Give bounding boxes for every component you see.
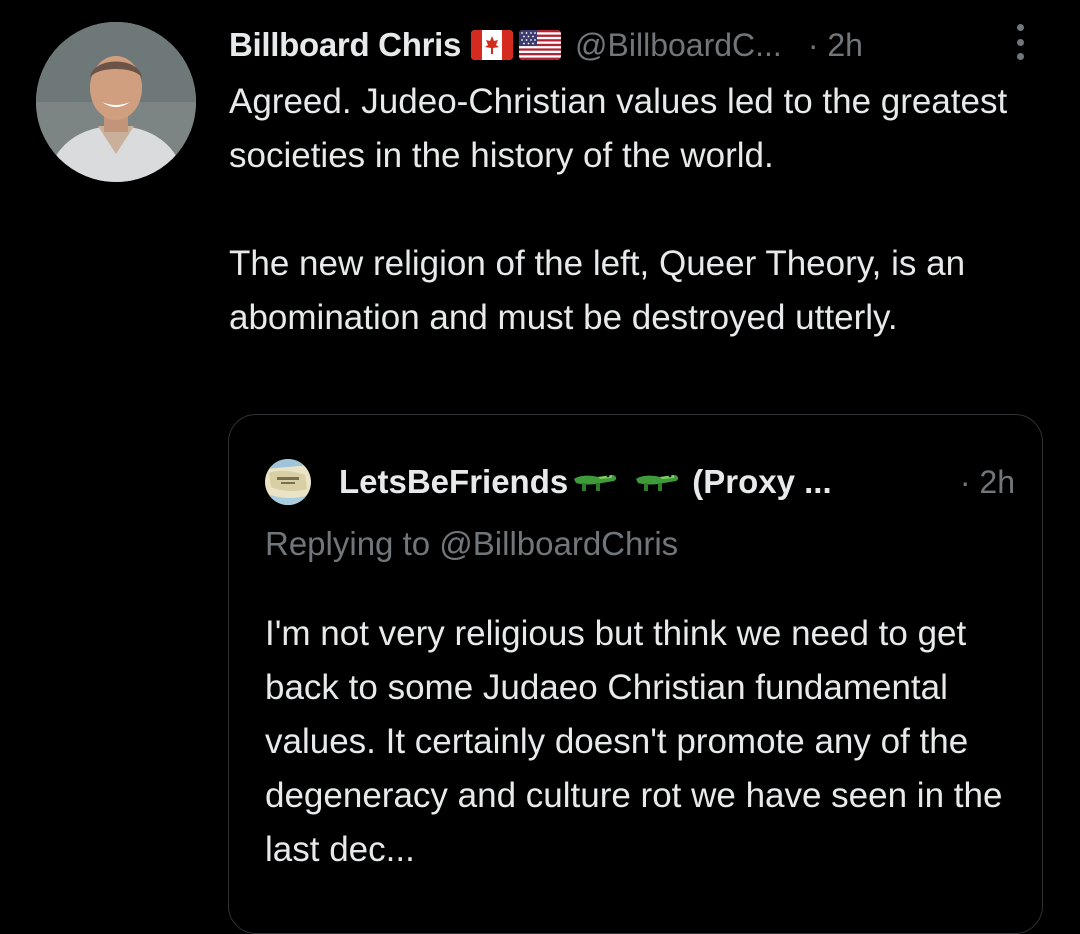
quoted-tweet[interactable]: LetsBeFriends (Proxy ... · 2h Replying t… (228, 414, 1043, 934)
map-avatar-icon (265, 459, 311, 505)
ellipsis-dot (1016, 24, 1024, 31)
tweet-header: Billboard Chris @BillboardC... · 2h (229, 22, 1049, 68)
quoted-timestamp[interactable]: · 2h (960, 464, 1015, 501)
tweet-text: Agreed. Judeo-Christian values led to th… (229, 82, 1008, 337)
ellipsis-dot (1016, 53, 1024, 60)
tweet[interactable]: Billboard Chris @BillboardC... · 2h Agre… (0, 0, 1080, 934)
replying-to: Replying to @BillboardChris (265, 525, 679, 562)
avatar[interactable] (36, 22, 196, 182)
quoted-tweet-header: LetsBeFriends (Proxy ... · 2h (265, 457, 1015, 507)
vertical-ellipsis-icon[interactable] (1013, 22, 1027, 62)
handle[interactable]: @BillboardC... (575, 27, 782, 64)
display-name[interactable]: Billboard Chris (229, 26, 461, 64)
usa-flag-icon (519, 30, 562, 60)
timestamp[interactable]: · 2h (808, 27, 863, 64)
avatar-photo-icon (36, 22, 196, 182)
quoted-display-name[interactable]: LetsBeFriends (339, 463, 568, 501)
ellipsis-dot (1016, 38, 1024, 46)
quoted-tweet-text: I'm not very religious but think we need… (265, 614, 1003, 869)
crocodile-icon (634, 465, 682, 500)
quoted-display-name-suffix[interactable]: (Proxy ... (692, 463, 831, 501)
quoted-avatar[interactable] (265, 459, 311, 505)
crocodile-icon (572, 465, 620, 500)
canada-flag-icon (471, 30, 514, 60)
